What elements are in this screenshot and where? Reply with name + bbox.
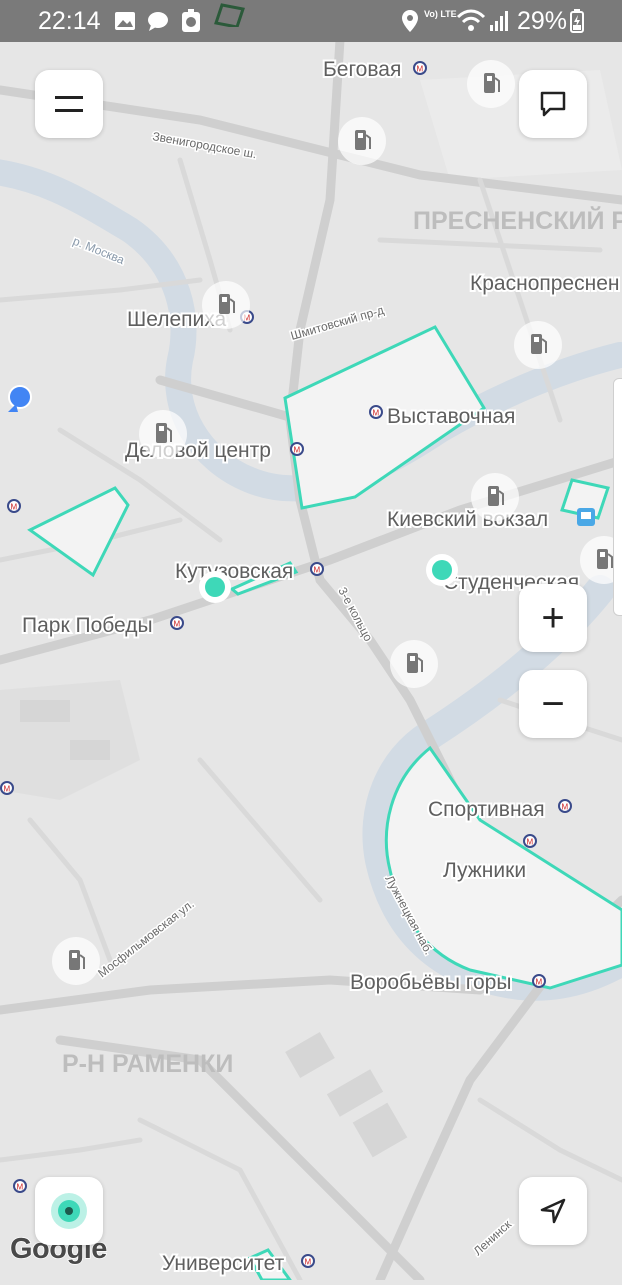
metro-label-vystavochnaya[interactable]: Выставочная	[385, 403, 517, 430]
svg-text:M: M	[174, 620, 181, 629]
metro-icon: M	[558, 799, 572, 813]
gas-station-icon	[471, 473, 519, 521]
metro-icon: M	[310, 562, 324, 576]
gas-station-icon	[390, 640, 438, 688]
svg-text:M: M	[294, 446, 301, 455]
alarm-icon	[182, 9, 200, 32]
svg-text:M: M	[562, 803, 569, 812]
battery-percent: 29%	[517, 7, 568, 35]
teal-pin[interactable]	[199, 571, 231, 603]
metro-icon: M	[532, 974, 546, 988]
volte-lte-icon: Vo) LTE	[424, 9, 457, 19]
gas-station-icon	[52, 937, 100, 985]
metro-icon: M	[413, 61, 427, 75]
svg-text:M: M	[17, 1183, 24, 1192]
map-tile-icon	[214, 3, 245, 27]
battery-icon	[570, 9, 584, 33]
metro-icon: M	[369, 405, 383, 419]
navigation-arrow-icon	[540, 1198, 566, 1224]
gas-station-icon	[514, 321, 562, 369]
svg-text:M: M	[527, 838, 534, 847]
chat-button[interactable]	[519, 70, 587, 138]
my-location-button[interactable]	[519, 1177, 587, 1245]
svg-text:M: M	[536, 978, 543, 987]
metro-label-sportivnaya[interactable]: Спортивная	[426, 796, 547, 823]
metro-label-begovaya[interactable]: Беговая	[321, 56, 403, 83]
locate-button[interactable]	[35, 1177, 103, 1245]
chat-icon	[540, 91, 566, 117]
metro-label-vorobyovy-gory[interactable]: Воробьёвы горы	[348, 969, 513, 996]
menu-button[interactable]	[35, 70, 103, 138]
svg-text:M: M	[314, 566, 321, 575]
metro-label-krasnopresnenskaya[interactable]: Краснопреснен	[468, 270, 621, 297]
message-icon	[148, 12, 168, 31]
metro-label-park-pobedy[interactable]: Парк Победы	[20, 612, 155, 639]
zoom-out-button[interactable]: −	[519, 670, 587, 738]
teal-pin[interactable]	[426, 554, 458, 586]
train-station-icon	[577, 508, 595, 526]
side-panel-handle[interactable]	[613, 378, 622, 616]
gas-station-icon	[338, 117, 386, 165]
metro-icon: M	[13, 1179, 27, 1193]
gas-station-icon	[467, 60, 515, 108]
svg-text:M: M	[11, 503, 18, 512]
gas-station-icon	[139, 410, 187, 458]
location-target-icon	[51, 1193, 87, 1229]
gas-station-icon	[202, 281, 250, 329]
place-label-luzhniki: Лужники	[443, 859, 526, 882]
menu-icon	[55, 96, 83, 112]
location-icon	[402, 10, 418, 32]
svg-text:M: M	[4, 785, 11, 794]
district-label-ramenki: Р-Н РАМЕНКИ	[62, 1050, 233, 1078]
wifi-icon	[456, 9, 486, 31]
metro-icon: M	[301, 1254, 315, 1268]
signal-icon	[490, 11, 508, 31]
metro-label-kutuzovskaya[interactable]: Кутузовская	[173, 558, 295, 585]
svg-text:M: M	[373, 409, 380, 418]
zoom-in-button[interactable]: +	[519, 584, 587, 652]
status-bar: 22:14 Vo) LTE 29%	[0, 0, 622, 42]
metro-icon: M	[170, 616, 184, 630]
gallery-icon	[115, 12, 135, 30]
metro-label-universitet[interactable]: Университет	[160, 1250, 287, 1277]
metro-label-kievsky[interactable]: Киевский вокзал	[385, 506, 550, 533]
metro-icon: M	[0, 781, 14, 795]
status-time: 22:14	[38, 7, 101, 35]
district-label-presnensky: ПРЕСНЕНСКИЙ Р	[413, 205, 622, 235]
metro-icon: M	[290, 442, 304, 456]
metro-icon: M	[523, 834, 537, 848]
svg-text:M: M	[305, 1258, 312, 1267]
svg-text:M: M	[417, 65, 424, 74]
metro-icon: M	[7, 499, 21, 513]
